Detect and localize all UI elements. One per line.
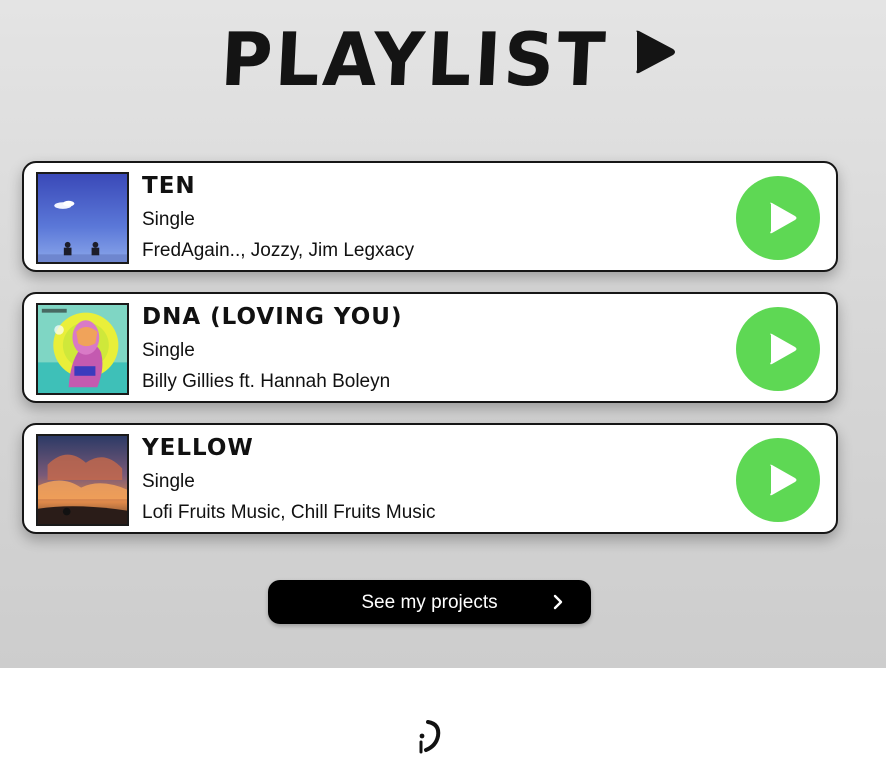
playlist-section: PLAYLIST TEN Single FredAgain.., Jozzy, …	[0, 0, 886, 668]
album-cover-sunset-clouds	[36, 434, 129, 526]
play-icon	[769, 333, 796, 365]
play-icon	[769, 464, 796, 496]
track-type: Single	[142, 209, 195, 230]
play-button[interactable]	[736, 176, 820, 260]
album-cover-sky-benches	[36, 172, 129, 264]
logo-mark-icon	[419, 720, 441, 754]
track-card: TEN Single FredAgain.., Jozzy, Jim Legxa…	[22, 161, 838, 272]
play-triangle-icon	[636, 30, 676, 74]
track-artists: Billy Gillies ft. Hannah Boleyn	[142, 371, 391, 392]
track-type: Single	[142, 340, 195, 361]
track-card: DNA (LOVING YOU) Single Billy Gillies ft…	[22, 292, 838, 403]
track-title: DNA (LOVING YOU)	[142, 304, 403, 330]
play-button[interactable]	[736, 438, 820, 522]
chevron-right-icon	[553, 594, 563, 610]
track-artists: FredAgain.., Jozzy, Jim Legxacy	[142, 240, 415, 261]
album-cover-colorful-portrait	[36, 303, 129, 395]
playlist-header: PLAYLIST	[0, 10, 886, 110]
track-title: YELLOW	[142, 435, 254, 461]
play-icon	[769, 202, 796, 234]
see-projects-label: See my projects	[361, 592, 498, 613]
page-title: PLAYLIST	[218, 16, 610, 104]
play-button[interactable]	[736, 307, 820, 391]
track-artists: Lofi Fruits Music, Chill Fruits Music	[142, 502, 436, 523]
track-type: Single	[142, 471, 195, 492]
track-card: YELLOW Single Lofi Fruits Music, Chill F…	[22, 423, 838, 534]
track-title: TEN	[142, 173, 196, 199]
see-projects-button[interactable]: See my projects	[268, 580, 591, 624]
